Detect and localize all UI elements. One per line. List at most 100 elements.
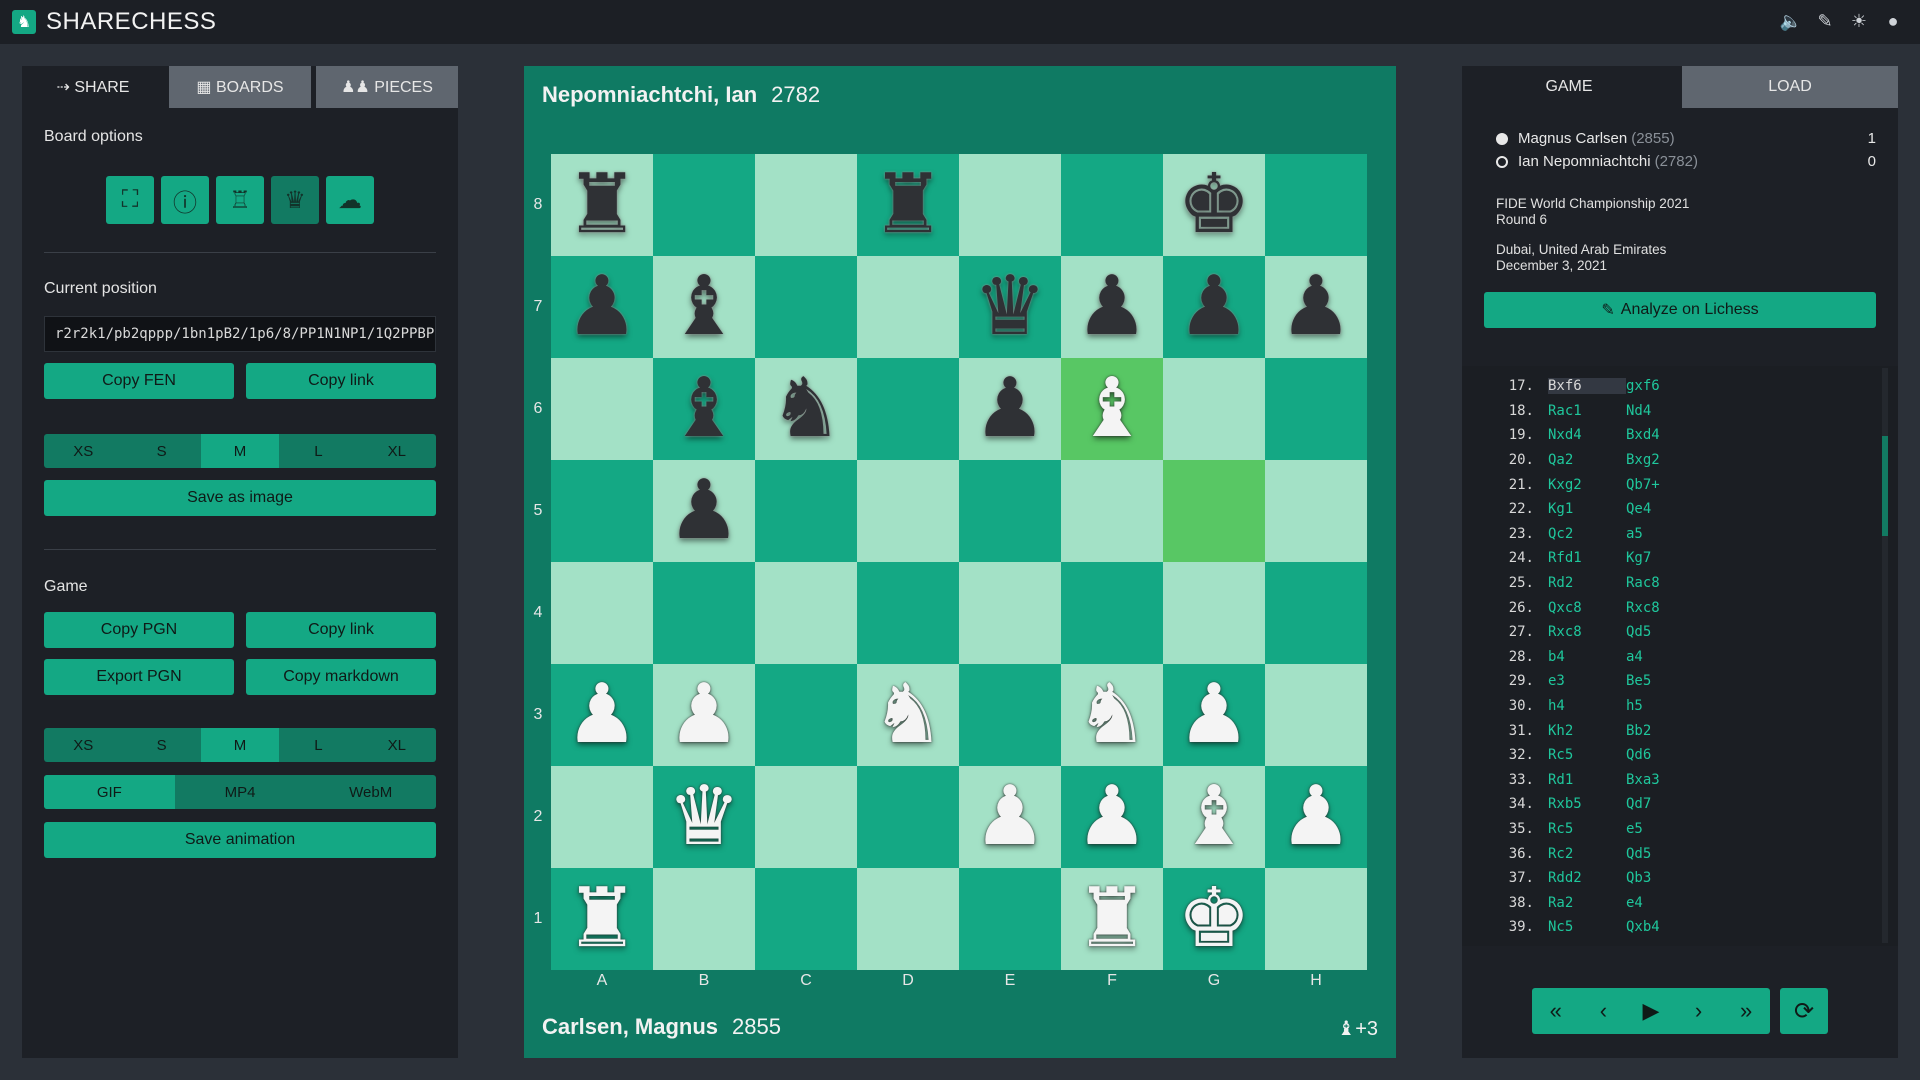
black-move[interactable]: Qd5 [1626, 846, 1706, 862]
move-list-scroll-thumb[interactable] [1882, 436, 1888, 536]
square-b1[interactable] [653, 868, 755, 970]
square-b6[interactable]: ♝ [653, 358, 755, 460]
white-knight-f3[interactable]: ♞ [1061, 664, 1163, 766]
black-bishop-b7[interactable]: ♝ [653, 256, 755, 358]
white-pawn-f2[interactable]: ♟ [1061, 766, 1163, 868]
player-row-black[interactable]: Ian Nepomniachtchi (2782) 0 [1496, 153, 1876, 170]
square-d7[interactable] [857, 256, 959, 358]
play-button[interactable]: ▶ [1627, 988, 1675, 1034]
format-mp4[interactable]: MP4 [175, 775, 306, 809]
save-image-button[interactable]: Save as image [44, 480, 436, 516]
square-b3[interactable]: ♟ [653, 664, 755, 766]
next-move-button[interactable]: › [1675, 988, 1723, 1034]
theme-sun-icon[interactable]: ☀ [1848, 10, 1870, 32]
copy-game-link-button[interactable]: Copy link [246, 612, 436, 648]
white-move[interactable]: Qxc8 [1548, 600, 1626, 616]
black-move[interactable]: Qd6 [1626, 747, 1706, 763]
black-queen-e7[interactable]: ♛ [959, 256, 1061, 358]
square-e2[interactable]: ♟ [959, 766, 1061, 868]
copy-markdown-button[interactable]: Copy markdown [246, 659, 436, 695]
black-king-g8[interactable]: ♚ [1163, 154, 1265, 256]
size-xl[interactable]: XL [358, 434, 436, 468]
square-c3[interactable] [755, 664, 857, 766]
tab-pieces[interactable]: ♟♟ PIECES [316, 66, 458, 108]
black-pawn-e6[interactable]: ♟ [959, 358, 1061, 460]
tab-game[interactable]: GAME [1462, 66, 1676, 108]
square-f8[interactable] [1061, 154, 1163, 256]
white-king-g1[interactable]: ♚ [1163, 868, 1265, 970]
square-e1[interactable] [959, 868, 1061, 970]
anim-size-xl[interactable]: XL [358, 728, 436, 762]
black-move[interactable]: Bb2 [1626, 723, 1706, 739]
white-move[interactable]: Rc5 [1548, 747, 1626, 763]
square-g1[interactable]: ♚ [1163, 868, 1265, 970]
animation-icon[interactable]: ✎ [1814, 10, 1836, 32]
white-move[interactable]: Rd1 [1548, 772, 1626, 788]
white-move[interactable]: Rd2 [1548, 575, 1626, 591]
square-g4[interactable] [1163, 562, 1265, 664]
black-move[interactable]: Qd7 [1626, 796, 1706, 812]
white-rook-f1[interactable]: ♜ [1061, 868, 1163, 970]
square-d3[interactable]: ♞ [857, 664, 959, 766]
black-move[interactable]: Bxg2 [1626, 452, 1706, 468]
anim-size-xs[interactable]: XS [44, 728, 122, 762]
white-move[interactable]: Rc5 [1548, 821, 1626, 837]
square-h1[interactable] [1265, 868, 1367, 970]
black-move[interactable]: Be5 [1626, 673, 1706, 689]
move-list[interactable]: 17. Bxf6 gxf6 18. Rac1 Nd4 19. Nxd4 Bxd4 20. Qa2 Bx… [1462, 366, 1898, 946]
white-move[interactable]: b4 [1548, 649, 1626, 665]
black-move[interactable]: a5 [1626, 526, 1706, 542]
square-a6[interactable] [551, 358, 653, 460]
black-move[interactable]: Bxa3 [1626, 772, 1706, 788]
square-c1[interactable] [755, 868, 857, 970]
square-h8[interactable] [1265, 154, 1367, 256]
white-rook-a1[interactable]: ♜ [551, 868, 653, 970]
black-move[interactable]: e4 [1626, 895, 1706, 911]
black-move[interactable]: Rac8 [1626, 575, 1706, 591]
white-move[interactable]: Rc2 [1548, 846, 1626, 862]
white-move[interactable]: Qc2 [1548, 526, 1626, 542]
square-f5[interactable] [1061, 460, 1163, 562]
white-move[interactable]: Rfd1 [1548, 550, 1626, 566]
square-c6[interactable]: ♞ [755, 358, 857, 460]
white-move[interactable]: Nc5 [1548, 919, 1626, 935]
square-e8[interactable] [959, 154, 1061, 256]
square-a2[interactable] [551, 766, 653, 868]
black-move[interactable]: Kg7 [1626, 550, 1706, 566]
anim-size-l[interactable]: L [279, 728, 357, 762]
white-move[interactable]: Rxb5 [1548, 796, 1626, 812]
white-pawn-a3[interactable]: ♟ [551, 664, 653, 766]
white-queen-b2[interactable]: ♛ [653, 766, 755, 868]
copy-link-button[interactable]: Copy link [246, 363, 436, 399]
black-knight-c6[interactable]: ♞ [755, 358, 857, 460]
square-d2[interactable] [857, 766, 959, 868]
size-s[interactable]: S [122, 434, 200, 468]
white-knight-d3[interactable]: ♞ [857, 664, 959, 766]
square-f1[interactable]: ♜ [1061, 868, 1163, 970]
square-b5[interactable]: ♟ [653, 460, 755, 562]
square-c2[interactable] [755, 766, 857, 868]
previous-move-button[interactable]: ‹ [1580, 988, 1628, 1034]
square-b7[interactable]: ♝ [653, 256, 755, 358]
last-move-button[interactable]: » [1722, 988, 1770, 1034]
black-move[interactable]: Qxb4 [1626, 919, 1706, 935]
first-move-button[interactable]: « [1532, 988, 1580, 1034]
square-e5[interactable] [959, 460, 1061, 562]
black-move[interactable]: Qb3 [1626, 870, 1706, 886]
tab-load[interactable]: LOAD [1682, 66, 1898, 108]
info-icon[interactable]: ⓘ [161, 176, 209, 224]
white-move[interactable]: Ra2 [1548, 895, 1626, 911]
square-e6[interactable]: ♟ [959, 358, 1061, 460]
black-move[interactable]: e5 [1626, 821, 1706, 837]
square-f3[interactable]: ♞ [1061, 664, 1163, 766]
square-g5[interactable] [1163, 460, 1265, 562]
square-d8[interactable]: ♜ [857, 154, 959, 256]
black-pawn-h7[interactable]: ♟ [1265, 256, 1367, 358]
square-e7[interactable]: ♛ [959, 256, 1061, 358]
volume-icon[interactable]: 🔈 [1780, 10, 1802, 32]
github-icon[interactable]: ● [1882, 10, 1904, 32]
white-bishop-g2[interactable]: ♝ [1163, 766, 1265, 868]
black-move[interactable]: Qb7+ [1626, 477, 1706, 493]
square-h6[interactable] [1265, 358, 1367, 460]
square-b2[interactable]: ♛ [653, 766, 755, 868]
